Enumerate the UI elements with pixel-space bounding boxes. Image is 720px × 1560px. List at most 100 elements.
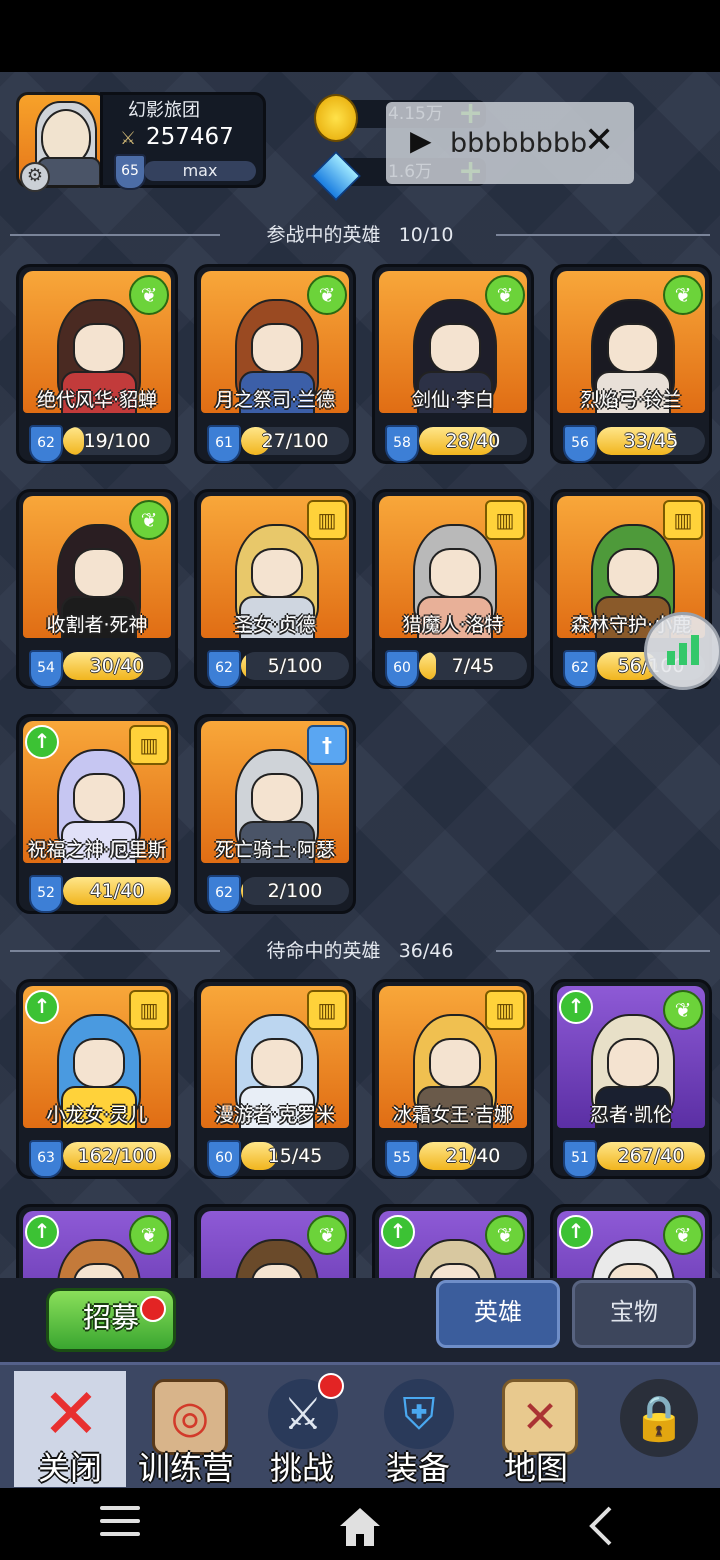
hero-level-badge: 62 [563, 650, 597, 688]
hero-card[interactable]: ▥ 冰霜女王·吉娜 55 21/40 [372, 979, 534, 1179]
back-icon[interactable] [586, 1504, 616, 1548]
hero-card[interactable]: ❦ 月之祭司·兰德 61 27/100 [194, 264, 356, 464]
upgrade-arrow-icon: ↑ [381, 1215, 415, 1249]
nav-locked[interactable]: 🔒 [598, 1371, 710, 1487]
progress-text: 7/45 [451, 655, 495, 677]
upgrade-arrow-icon: ↑ [559, 990, 593, 1024]
hero-level-badge: 56 [563, 425, 597, 463]
hero-shard-progress: 7/45 [419, 652, 527, 680]
hero-card[interactable]: ▥ ↑ 小龙女·灵儿 63 162/100 [16, 979, 178, 1179]
close-icon[interactable]: ✕ [584, 120, 614, 161]
game-screen: ⚙ 幻影旅团 ⚔ 257467 65 max 4.15万 + 1.6万 + ▶ … [0, 72, 720, 1488]
nav-label: 地图 [503, 1449, 568, 1487]
section-title: 待命中的英雄 [266, 940, 381, 962]
bar-chart-icon [667, 651, 675, 665]
hero-level-badge: 62 [207, 650, 241, 688]
nav-label: 训练营 [137, 1449, 234, 1487]
hero-shard-progress: 21/40 [419, 1142, 527, 1170]
progress-text: 33/45 [623, 430, 679, 452]
progress-text: 162/100 [77, 1145, 157, 1167]
hero-level-badge: 62 [29, 425, 63, 463]
hero-card[interactable]: † 死亡骑士·阿瑟 62 2/100 [194, 714, 356, 914]
progress-text: 27/100 [261, 430, 329, 452]
nav-label: 挑战 [269, 1449, 334, 1487]
hero-face [251, 1038, 303, 1088]
wing-icon: ❦ [129, 500, 169, 540]
hero-name: 绝代风华·貂蝉 [36, 389, 158, 411]
hero-card[interactable]: ❦ 剑仙·李白 58 28/40 [372, 264, 534, 464]
standby-heroes-header: 待命中的英雄 36/46 [0, 936, 720, 966]
active-heroes-header: 参战中的英雄 10/10 [0, 220, 720, 250]
hero-card[interactable]: ▥ ↑ 祝福之神·厄里斯 52 41/40 [16, 714, 178, 914]
progress-text: 19/100 [83, 430, 151, 452]
hero-face [73, 773, 125, 823]
hero-name: 漫游者·克罗米 [214, 1104, 336, 1126]
hero-level-badge: 63 [29, 1140, 63, 1178]
hero-level-badge: 60 [385, 650, 419, 688]
ad-text: bbbbbbbb [450, 128, 588, 159]
nav-close[interactable]: ✕ 关闭 [14, 1371, 126, 1487]
hero-card[interactable]: ❦ ↑ 忍者·凯伦 51 267/40 [550, 979, 712, 1179]
guild-name: 幻影旅团 [128, 100, 200, 121]
hero-shard-progress: 5/100 [241, 652, 349, 680]
nav-challenge[interactable]: ⚔ 挑战 [246, 1371, 358, 1487]
wing-icon: ❦ [307, 1215, 347, 1255]
tab-treasure[interactable]: 宝物 [572, 1280, 696, 1348]
hero-face [607, 1038, 659, 1088]
android-nav-bar [0, 1488, 720, 1560]
nav-equipment[interactable]: ⛨ 装备 [362, 1371, 474, 1487]
hero-card[interactable]: ▥ 猎魔人·洛特 60 7/45 [372, 489, 534, 689]
hero-name: 死亡骑士·阿瑟 [214, 839, 336, 861]
notification-dot [140, 1296, 166, 1322]
hero-card[interactable]: ▥ 圣女·贞德 62 5/100 [194, 489, 356, 689]
hero-shard-progress: 19/100 [63, 427, 171, 455]
hero-card[interactable]: ▥ 漫游者·克罗米 60 15/45 [194, 979, 356, 1179]
wing-icon: ❦ [663, 1215, 703, 1255]
hero-name: 忍者·凯伦 [589, 1104, 673, 1126]
nav-map[interactable]: ✕ 地图 [480, 1371, 592, 1487]
ad-overlay[interactable]: ▶ bbbbbbbb ✕ [386, 102, 634, 184]
book-icon: ▥ [129, 725, 169, 765]
hero-shard-progress: 267/40 [597, 1142, 705, 1170]
hero-face [429, 323, 481, 373]
notification-dot [318, 1373, 344, 1399]
close-x-icon: ✕ [41, 1373, 101, 1455]
menu-icon[interactable] [100, 1506, 140, 1545]
crossed-swords-icon: ⚔ [120, 128, 137, 149]
sword-icon: † [307, 725, 347, 765]
hero-card[interactable]: ❦ 收割者·死神 54 30/40 [16, 489, 178, 689]
tab-heroes[interactable]: 英雄 [436, 1280, 560, 1348]
hero-shard-progress: 15/45 [241, 1142, 349, 1170]
bottom-nav: ✕ 关闭 ◎ 训练营 ⚔ 挑战 ⛨ 装备 ✕ 地图 🔒 [0, 1362, 720, 1488]
hero-card[interactable]: ❦ 绝代风华·貂蝉 62 19/100 [16, 264, 178, 464]
hero-shard-progress: 2/100 [241, 877, 349, 905]
book-icon: ▥ [307, 500, 347, 540]
lock-icon: 🔒 [620, 1379, 698, 1457]
progress-text: 21/40 [445, 1145, 501, 1167]
progress-text: 28/40 [445, 430, 501, 452]
nav-label: 装备 [385, 1449, 450, 1487]
section-count: 36/46 [398, 940, 454, 962]
hero-card[interactable]: ❦ 烈焰弓·铃兰 56 33/45 [550, 264, 712, 464]
wing-icon: ❦ [485, 275, 525, 315]
settings-gear-icon[interactable]: ⚙ [20, 162, 50, 192]
hero-shard-progress: 162/100 [63, 1142, 171, 1170]
nav-training[interactable]: ◎ 训练营 [130, 1371, 242, 1487]
progress-text: 41/40 [89, 880, 145, 902]
book-icon: ▥ [663, 500, 703, 540]
play-icon[interactable]: ▶ [410, 124, 432, 157]
hero-face [73, 548, 125, 598]
home-icon[interactable] [336, 1504, 384, 1548]
floating-stats-button[interactable] [644, 612, 720, 690]
hero-face [429, 1038, 481, 1088]
hero-name: 烈焰弓·铃兰 [580, 389, 682, 411]
hero-shard-progress: 27/100 [241, 427, 349, 455]
section-count: 10/10 [398, 224, 454, 246]
combat-power: 257467 [146, 124, 234, 150]
upgrade-arrow-icon: ↑ [25, 725, 59, 759]
progress-text: 30/40 [89, 655, 145, 677]
nav-label: 关闭 [37, 1449, 102, 1487]
hero-face [607, 548, 659, 598]
hero-face [251, 773, 303, 823]
progress-text: 2/100 [267, 880, 323, 902]
